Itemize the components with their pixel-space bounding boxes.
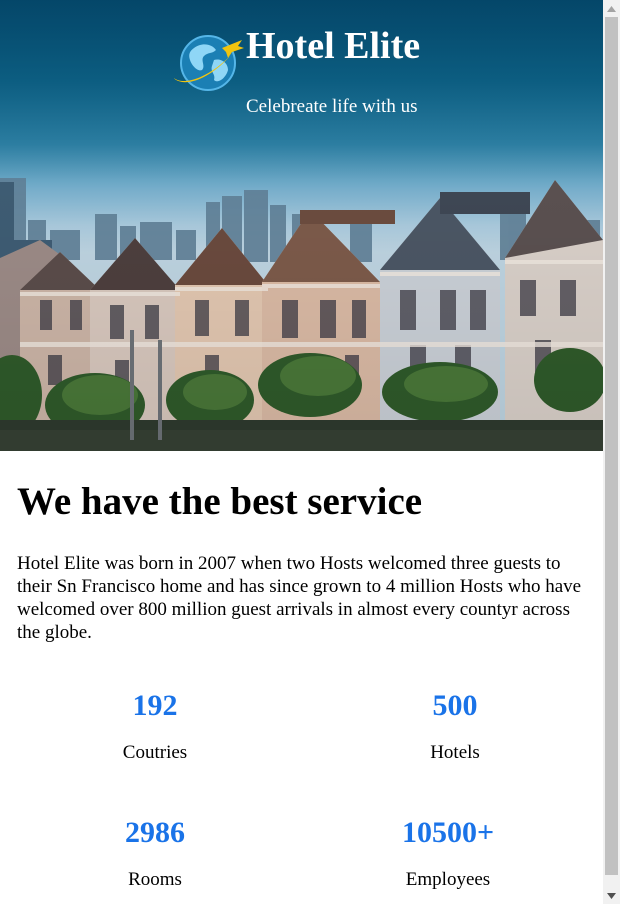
stat-employees: 10500+ Employees	[318, 815, 578, 892]
stat-value: 500	[432, 689, 478, 722]
vertical-scrollbar[interactable]	[603, 0, 620, 904]
caret-down-icon	[607, 892, 616, 899]
page: Hotel Elite Celebreate life with us We h…	[0, 0, 603, 904]
stat-rooms: 2986 Rooms	[25, 815, 285, 892]
scroll-up-button[interactable]	[603, 0, 620, 17]
stat-value: 2986	[125, 816, 185, 849]
scrollbar-thumb[interactable]	[605, 17, 618, 875]
stat-label: Hotels	[430, 742, 480, 763]
stat-label: Rooms	[128, 869, 182, 890]
about-paragraph: Hotel Elite was born in 2007 when two Ho…	[17, 553, 582, 643]
globe-airplane-icon	[174, 35, 244, 91]
stat-label: Coutries	[122, 742, 188, 763]
stat-label: Employees	[405, 869, 491, 890]
caret-up-icon	[607, 5, 616, 12]
hotel-title: Hotel Elite	[246, 25, 421, 67]
stat-countries: 192 Coutries	[25, 688, 285, 765]
stat-value: 192	[132, 689, 178, 722]
stat-hotels: 500 Hotels	[325, 688, 585, 765]
scroll-down-button[interactable]	[603, 887, 620, 904]
hero-banner: Hotel Elite Celebreate life with us	[0, 0, 603, 451]
stat-value: 10500+	[401, 816, 495, 849]
section-heading: We have the best service	[17, 480, 423, 523]
hotel-tagline: Celebreate life with us	[246, 96, 418, 117]
